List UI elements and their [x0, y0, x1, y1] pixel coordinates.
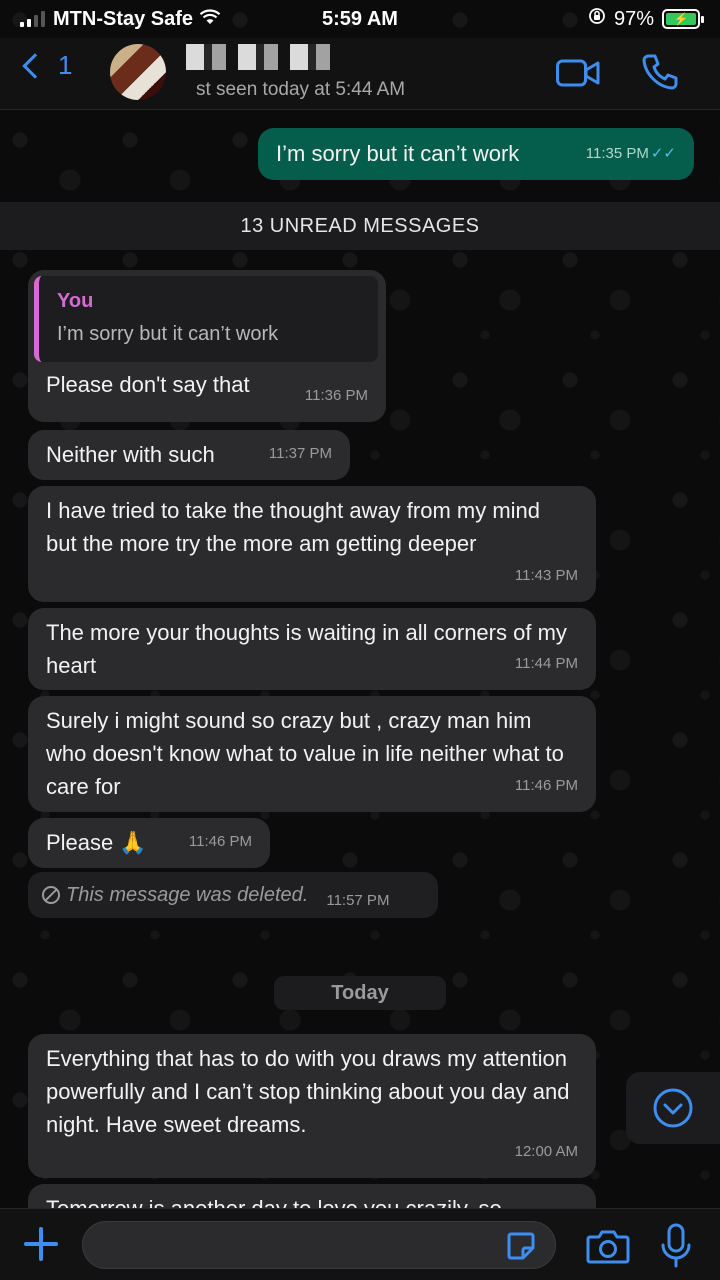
- unread-chats-count: 1: [58, 50, 73, 80]
- voice-call-button[interactable]: [640, 52, 680, 92]
- message-time: 11:44 PM: [514, 655, 578, 672]
- message-text: Surely i might sound so crazy but , craz…: [46, 708, 564, 799]
- contact-avatar[interactable]: [110, 44, 166, 100]
- quoted-message[interactable]: You I’m sorry but it can’t work: [34, 276, 378, 362]
- video-camera-icon: [556, 59, 600, 87]
- status-time: 5:59 AM: [322, 7, 398, 30]
- video-call-button[interactable]: [556, 58, 600, 88]
- incoming-message[interactable]: Please 🙏 11:46 PM: [28, 818, 270, 868]
- message-time: 11:46 PM: [188, 833, 252, 850]
- message-time: 11:37 PM: [268, 445, 332, 462]
- message-time: 11:46 PM: [514, 777, 578, 794]
- attach-button[interactable]: [22, 1225, 60, 1263]
- battery-charging-icon: ⚡: [662, 9, 704, 29]
- camera-button[interactable]: [586, 1227, 630, 1265]
- sticker-button[interactable]: [506, 1231, 536, 1261]
- chat-header: 1 st seen today at 5:44 AM: [0, 38, 720, 110]
- contact-name-redacted[interactable]: [186, 44, 336, 70]
- deleted-message-text: This message was deleted.: [66, 883, 309, 906]
- voice-note-button[interactable]: [660, 1223, 692, 1269]
- message-text: I’m sorry but it can’t work: [276, 141, 520, 166]
- back-button[interactable]: 1: [18, 50, 72, 81]
- read-receipt-icon: ✓✓: [650, 145, 676, 162]
- incoming-message[interactable]: Neither with such 11:37 PM: [28, 430, 350, 480]
- message-time: 11:35 PM: [585, 145, 649, 162]
- message-text: Please don't say that: [46, 372, 250, 397]
- incoming-message[interactable]: Surely i might sound so crazy but , craz…: [28, 696, 596, 812]
- message-text: I have tried to take the thought away fr…: [46, 498, 541, 556]
- date-separator: Today: [274, 976, 446, 1010]
- outgoing-message[interactable]: I’m sorry but it can’t work 11:35 PM ✓✓: [258, 128, 694, 180]
- incoming-message[interactable]: Everything that has to do with you draws…: [28, 1034, 596, 1178]
- message-time: 11:57 PM: [326, 891, 390, 909]
- scroll-to-bottom-button[interactable]: [626, 1072, 720, 1144]
- message-text: Neither with such: [46, 442, 215, 467]
- message-text: The more your thoughts is waiting in all…: [46, 620, 567, 678]
- reply-message[interactable]: You I’m sorry but it can’t work Please d…: [28, 270, 386, 422]
- quote-author: You: [57, 290, 94, 312]
- microphone-icon: [661, 1223, 691, 1268]
- sticker-icon: [507, 1232, 535, 1260]
- message-input[interactable]: [82, 1221, 556, 1269]
- last-seen-status: st seen today at 5:44 AM: [196, 79, 406, 100]
- message-time: 11:36 PM: [304, 387, 368, 404]
- prohibited-icon: [42, 886, 60, 904]
- deleted-message[interactable]: This message was deleted. 11:57 PM: [28, 872, 438, 918]
- message-composer: [0, 1208, 720, 1280]
- unread-messages-banner: 13 UNREAD MESSAGES: [0, 202, 720, 250]
- chevron-left-icon: [22, 52, 48, 79]
- chevron-down-circle-icon: [653, 1088, 693, 1128]
- status-bar: MTN-Stay Safe 5:59 AM 97% ⚡: [0, 0, 720, 38]
- phone-icon: [642, 54, 678, 90]
- message-text: Everything that has to do with you draws…: [46, 1046, 570, 1137]
- quote-text: I’m sorry but it can’t work: [57, 323, 279, 345]
- message-text: Please 🙏: [46, 830, 147, 855]
- message-time: 12:00 AM: [514, 1143, 578, 1160]
- incoming-message[interactable]: I have tried to take the thought away fr…: [28, 486, 596, 602]
- incoming-message[interactable]: The more your thoughts is waiting in all…: [28, 608, 596, 690]
- camera-icon: [586, 1230, 630, 1264]
- message-time: 11:43 PM: [514, 567, 578, 584]
